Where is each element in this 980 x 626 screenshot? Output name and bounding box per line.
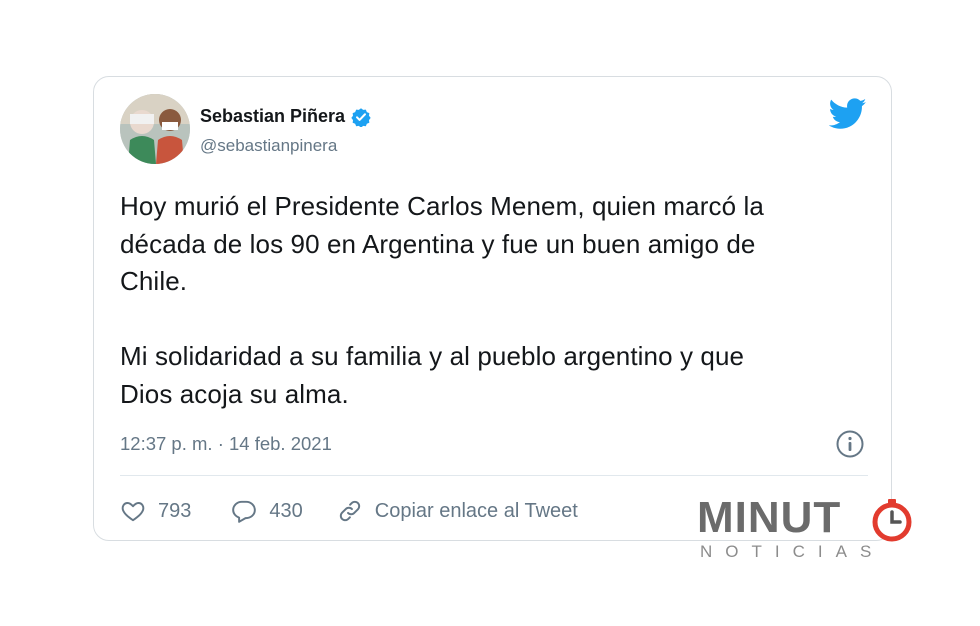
tweet-text: Hoy murió el Presidente Carlos Menem, qu… bbox=[120, 188, 872, 413]
heart-icon bbox=[121, 502, 145, 522]
verified-badge-icon bbox=[351, 107, 371, 127]
clock-icon bbox=[872, 499, 912, 542]
link-icon bbox=[339, 500, 360, 522]
tweet-text-line: década de los 90 en Argentina y fue un b… bbox=[120, 228, 756, 259]
author-name[interactable]: Sebastian Piñera bbox=[200, 106, 345, 127]
reply-count: 430 bbox=[269, 499, 303, 522]
tweet-text-line: Dios acoja su alma. bbox=[120, 378, 349, 409]
reply-button[interactable]: 430 bbox=[231, 498, 303, 524]
tweet-text-line: Chile. bbox=[120, 266, 188, 296]
author-handle[interactable]: @sebastianpinera bbox=[200, 136, 337, 156]
copy-link-button[interactable]: Copiar enlace al Tweet bbox=[337, 498, 578, 524]
watermark-logo-text: MINUT bbox=[697, 493, 842, 542]
minuto-noticias-watermark: MINUT NOTICIAS bbox=[697, 494, 917, 566]
tweet-actions: 793 430 Copiar enlace al Tweet bbox=[120, 495, 578, 527]
divider bbox=[120, 475, 868, 476]
watermark-subtext: NOTICIAS bbox=[700, 542, 885, 561]
like-count: 793 bbox=[158, 499, 192, 522]
copy-link-label: Copiar enlace al Tweet bbox=[374, 499, 578, 522]
avatar-photo bbox=[120, 94, 190, 164]
tweet-card: Sebastian Piñera @sebastianpinera Hoy mu… bbox=[93, 76, 892, 541]
tweet-text-line: Hoy murió el Presidente Carlos Menem, qu… bbox=[120, 191, 764, 221]
speech-bubble-icon bbox=[232, 500, 257, 523]
author-name-row: Sebastian Piñera bbox=[200, 106, 371, 127]
tweet-timestamp[interactable]: 12:37 p. m. · 14 feb. 2021 bbox=[120, 433, 332, 455]
tweet-text-line: Mi solidaridad a su familia y al pueblo … bbox=[120, 341, 745, 371]
like-button[interactable]: 793 bbox=[120, 498, 191, 524]
twitter-bird-icon[interactable] bbox=[829, 98, 867, 130]
info-icon[interactable] bbox=[835, 429, 865, 459]
avatar[interactable] bbox=[120, 94, 190, 164]
